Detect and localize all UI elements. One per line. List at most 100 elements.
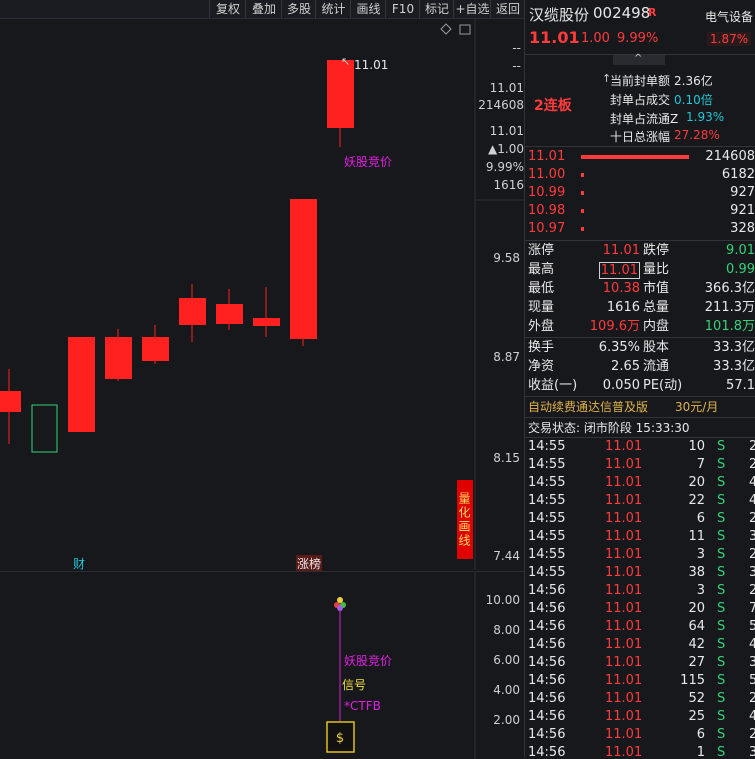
tick-count: 3 (749, 745, 755, 758)
quote-label: 换手 (528, 340, 555, 355)
tick-row[interactable]: 14:56 11.01 52 S 2 (525, 690, 755, 708)
quote-label: 最低 (528, 281, 555, 296)
candle (253, 318, 280, 326)
divider (525, 396, 755, 397)
tick-side: S (717, 529, 726, 544)
order-volume-bar (581, 155, 689, 159)
tick-row[interactable]: 14:55 11.01 22 S 4 (525, 492, 755, 510)
quote-row: 换手 6.35% 股本 33.3亿 (525, 339, 755, 357)
seal-value: 27.28% (674, 128, 720, 142)
tick-time: 14:56 (528, 601, 566, 616)
tick-row[interactable]: 14:55 11.01 38 S 3 (525, 564, 755, 582)
quote-label: 现量 (528, 300, 555, 315)
toolbar-button[interactable]: 复权 (209, 0, 246, 18)
sector-name[interactable]: 电气设备 (705, 8, 753, 25)
axis-volume: 214608 (478, 98, 524, 112)
toolbar-button[interactable]: 返回 (490, 0, 525, 18)
tick-row[interactable]: 14:56 11.01 3 S 2 (525, 582, 755, 600)
high-price-label: 11.01 (354, 58, 389, 72)
stock-header: 汉缆股份 002498 R 电气设备 11.01 1.00 9.99% 1.87… (525, 0, 755, 54)
tick-row[interactable]: 14:56 11.01 115 S 5 (525, 672, 755, 690)
divider (525, 337, 755, 338)
toolbar-button[interactable]: 标记 (419, 0, 454, 18)
tick-volume: 1 (696, 745, 705, 758)
toolbar-button[interactable]: +自选 (453, 0, 491, 18)
toolbar-button[interactable]: 画线 (350, 0, 386, 18)
tick-volume: 20 (688, 601, 705, 616)
quote-label: 收益(一) (528, 378, 578, 393)
tick-time: 14:55 (528, 511, 566, 526)
order-book-row[interactable]: 10.97 328 (525, 220, 755, 238)
order-book-row[interactable]: 10.99 927 (525, 184, 755, 202)
tick-time: 14:55 (528, 565, 566, 580)
tick-time: 14:55 (528, 457, 566, 472)
toolbar-button[interactable]: 统计 (315, 0, 351, 18)
order-volume-bar (581, 209, 584, 213)
tick-time: 14:55 (528, 475, 566, 490)
promo-text[interactable]: 自动续费通达信普及版 (528, 398, 648, 415)
tick-price: 11.01 (605, 673, 643, 688)
order-price: 10.98 (528, 203, 566, 218)
tick-price: 11.01 (605, 511, 643, 526)
order-volume: 6182 (721, 167, 755, 182)
tick-row[interactable]: 14:55 11.01 3 S 2 (525, 546, 755, 564)
quote-row: 现量 1616 总量 211.3万 (525, 299, 755, 317)
indicator-chart[interactable]: $ 妖股竞价 信号 *CTFB 10.00 8.00 6.00 4.00 2.0… (0, 571, 524, 759)
tick-row[interactable]: 14:55 11.01 10 S 2 (525, 438, 755, 456)
tick-row[interactable]: 14:56 11.01 25 S 4 (525, 708, 755, 726)
limit-tag[interactable]: 涨榜 (296, 555, 323, 572)
kline-chart[interactable]: 11.01 ↖ 妖股竞价 -- -- 11.01 214608 11.01 ▲1… (0, 19, 524, 572)
quant-draw-button[interactable]: 量化画线 (457, 480, 473, 559)
kline-svg (0, 19, 524, 570)
tick-row[interactable]: 14:56 11.01 64 S 5 (525, 618, 755, 636)
quote-value: 11.01 (602, 243, 640, 258)
svg-text:$: $ (336, 731, 344, 746)
tick-side: S (717, 547, 726, 562)
order-book-row[interactable]: 11.00 6182 (525, 166, 755, 184)
tick-list[interactable]: 14:55 11.01 10 S 2 14:55 11.01 7 S 2 14:55 11.01 20 S… (525, 438, 755, 758)
signal-dot (337, 597, 343, 603)
tick-count: 3 (749, 655, 755, 670)
quote-value: 10.38 (602, 281, 640, 296)
seal-label: 封单占流通Z (610, 112, 679, 126)
tick-row[interactable]: 14:55 11.01 20 S 4 (525, 474, 755, 492)
tick-row[interactable]: 14:56 11.01 42 S 4 (525, 636, 755, 654)
quote-row: 涨停 11.01 跌停 9.01 (525, 242, 755, 260)
tick-row[interactable]: 14:56 11.01 1 S 3 (525, 744, 755, 758)
tick-volume: 6 (696, 727, 705, 742)
toolbar-button[interactable]: F10 (385, 0, 420, 18)
tick-row[interactable]: 14:55 11.01 6 S 2 (525, 510, 755, 528)
tick-row[interactable]: 14:55 11.01 7 S 2 (525, 456, 755, 474)
toolbar-button[interactable]: 多股 (281, 0, 316, 18)
divider (525, 146, 755, 147)
stock-code: 002498 (593, 4, 651, 22)
axis-price: 11.01 (489, 81, 524, 95)
finance-tag[interactable]: 财 (73, 555, 85, 572)
tick-volume: 20 (688, 475, 705, 490)
promo-price[interactable]: 30元/月 (675, 398, 718, 415)
tick-row[interactable]: 14:56 11.01 20 S 7 (525, 600, 755, 618)
order-book-row[interactable]: 11.01 214608 (525, 148, 755, 166)
tick-row[interactable]: 14:55 11.01 11 S 3 (525, 528, 755, 546)
trade-status: 交易状态: 闭市阶段 15:33:30 (528, 421, 690, 435)
tick-row[interactable]: 14:56 11.01 6 S 2 (525, 726, 755, 744)
candle (142, 337, 169, 361)
indicator-svg: $ (326, 572, 476, 759)
signal-label: 信号 (342, 678, 367, 692)
quote-value: 0.050 (602, 378, 640, 393)
order-volume: 214608 (705, 149, 755, 164)
quote-label: 总量 (643, 300, 670, 315)
candle (0, 391, 21, 412)
promo-bar[interactable]: 自动续费通达信普及版 30元/月 (525, 398, 755, 416)
tick-volume: 3 (696, 583, 705, 598)
axis-tick: 8.87 (493, 350, 520, 364)
tick-price: 11.01 (605, 439, 643, 454)
tick-time: 14:55 (528, 493, 566, 508)
tick-time: 14:56 (528, 619, 566, 634)
tick-time: 14:55 (528, 547, 566, 562)
order-book-row[interactable]: 10.98 921 (525, 202, 755, 220)
tick-row[interactable]: 14:56 11.01 27 S 3 (525, 654, 755, 672)
tick-count: 2 (749, 457, 755, 472)
tick-side: S (717, 655, 726, 670)
toolbar-button[interactable]: 叠加 (245, 0, 282, 18)
